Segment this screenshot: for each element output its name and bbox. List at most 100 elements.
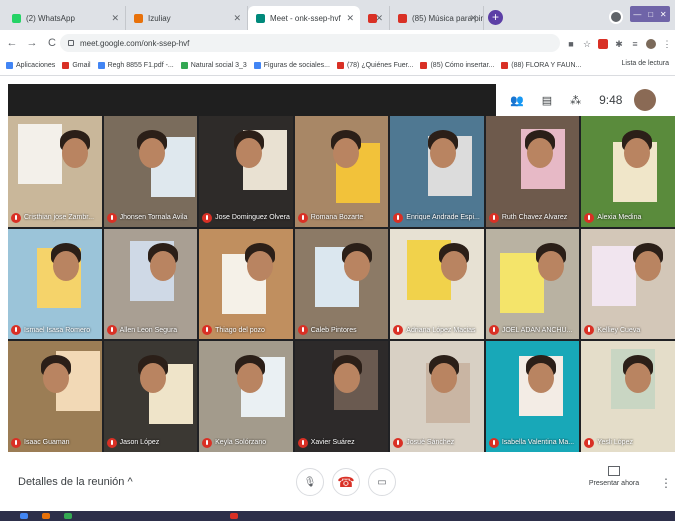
participant-tile[interactable]: Josué Sánchez [390,341,484,452]
leave-call-button[interactable]: ☎ [332,468,360,496]
participant-tile[interactable]: Ismael Isasa Romero [8,228,102,340]
tab-meet[interactable]: Meet - onk-ssep-hvf ✕ [248,6,360,30]
profile-icon[interactable] [609,10,623,24]
participant-tile[interactable]: Jose Dominguez Olvera [199,116,293,227]
participant-name: Isabella Valentina Ma... [501,439,575,447]
maximize-icon[interactable]: □ [648,10,653,19]
app-icon[interactable] [64,513,72,519]
tab-musica[interactable]: (85) Música para pintar, pen ✕ [390,6,484,30]
tab-strip: (2) WhatsApp ✕ Izuliay ✕ Meet - onk-ssep… [0,0,675,30]
tab-youtube[interactable]: ✕ [360,6,390,30]
camera-icon[interactable]: ■ [566,39,576,49]
self-view-avatar[interactable] [634,89,657,111]
bookmark-item[interactable]: Natural social 3_3 [180,62,247,69]
bookmark-item[interactable]: (85) Cómo insertar... [420,62,494,69]
bookmark-item[interactable]: Gmail [62,62,91,69]
url-text: meet.google.com/onk-ssep-hvf [80,38,190,48]
participant-tile[interactable]: Ruth Chavez Alvarez [485,116,580,227]
chat-icon[interactable]: ▤ [542,94,552,107]
more-options-icon[interactable]: ⋮ [660,476,672,490]
bookmark-label: Figuras de sociales... [263,62,330,69]
close-icon[interactable]: ✕ [111,13,119,24]
participant-tile[interactable]: Romana Bozarte [294,116,389,227]
participant-tile[interactable]: Cristhian jose Zambr... [8,116,102,227]
participant-tile[interactable]: Thiago del pozo [199,228,293,340]
address-bar[interactable]: meet.google.com/onk-ssep-hvf [60,34,560,52]
participant-name: Jose Dominguez Olvera [215,214,290,222]
participant-name: Jason López [119,439,160,447]
bookmark-icon [420,62,428,69]
participant-tile[interactable]: Enrique Andrade Espi... [390,116,484,227]
present-now-button[interactable]: Presentar ahora [586,466,642,487]
close-icon[interactable]: ✕ [346,13,354,24]
meeting-details-button[interactable]: Detalles de la reunión ^ [18,476,133,488]
participant-tile[interactable]: Jhonsen Tornala Avila [103,116,198,227]
puzzle-icon[interactable]: ✱ [614,39,624,49]
participant-tile[interactable]: Jason López [103,341,198,452]
activities-icon[interactable]: ⁂ [570,94,581,107]
mic-off-icon [584,212,595,223]
back-icon[interactable]: ← [4,37,20,49]
extension-icon[interactable] [598,39,608,49]
app-icon[interactable] [230,513,238,519]
window-controls[interactable]: — □ ✕ [630,6,670,22]
camera-button[interactable]: ▭ [368,468,396,496]
participant-tile[interactable]: Kelliey Cueva [581,228,675,340]
participant-tile[interactable]: Xavier Suárez [294,341,389,452]
participant-tile[interactable]: Keyla Solórzano [199,341,293,452]
bookmark-icon [180,62,188,69]
minimize-icon[interactable]: — [633,10,641,19]
participant-tile[interactable]: Adriana López Macias [390,228,484,340]
participant-tile[interactable]: Yesli López [581,341,675,452]
participant-nameplate: Cristhian jose Zambr... [11,212,100,223]
lock-icon[interactable] [68,40,74,46]
participant-nameplate: Keyla Solórzano [202,437,291,448]
participant-tile[interactable]: Isabella Valentina Ma... [485,341,580,452]
participant-name: Romana Bozarte [310,214,364,222]
new-tab-button[interactable]: + [488,10,503,25]
close-icon[interactable]: ✕ [469,13,477,24]
menu-icon[interactable]: ⋮ [662,39,672,49]
participant-nameplate: Jhonsen Tornala Avila [106,212,196,223]
mic-off-icon [11,212,21,223]
participant-name: Ismael Isasa Romero [24,326,91,334]
forward-icon[interactable]: → [24,37,40,49]
bookmark-item[interactable]: (88) FLORA Y FAUN... [501,62,581,69]
participant-tile[interactable]: Allen Leon Segura [103,228,198,340]
tab-whatsapp[interactable]: (2) WhatsApp ✕ [4,6,126,30]
participant-face [62,138,88,168]
mic-off-icon [202,212,213,223]
participant-name: Enrique Andrade Espi... [406,214,480,222]
participant-nameplate: Yesli López [584,437,673,448]
tab-label: Meet - onk-ssep-hvf [270,13,341,23]
participant-name: Caleb Pintores [310,326,357,334]
participant-tile[interactable]: Caleb Pintores [294,228,389,340]
bookmark-item[interactable]: (78) ¿Quiénes Fuer... [336,62,413,69]
app-icon[interactable] [42,513,50,519]
mic-off-icon [297,437,308,448]
close-window-icon[interactable]: ✕ [660,10,667,19]
reload-icon[interactable]: C [44,37,60,49]
start-icon[interactable] [20,513,28,519]
star-icon[interactable]: ☆ [582,39,592,49]
participant-tile[interactable]: JOEL ADAN ANCHU... [485,228,580,340]
tab-izuliay[interactable]: Izuliay ✕ [126,6,248,30]
bookmark-icon [336,62,344,69]
participant-tile[interactable]: Alexia Medina [581,116,675,227]
media-icon[interactable]: ≡ [630,39,640,49]
bookmark-label: (88) FLORA Y FAUN... [511,62,582,69]
bookmark-item[interactable]: Aplicaciones [6,62,55,69]
clock: 9:48 [599,93,623,107]
people-icon[interactable]: 👥 [510,94,524,107]
avatar-icon[interactable] [646,39,656,49]
reading-list[interactable]: Lista de lectura [622,60,669,67]
close-icon[interactable]: ✕ [375,13,383,24]
mic-button[interactable]: 🎙 [296,468,324,496]
bookmark-item[interactable]: Figuras de sociales... [253,62,330,69]
participant-tile[interactable]: Isaac Guaman [8,341,102,452]
close-icon[interactable]: ✕ [233,13,241,24]
bookmark-item[interactable]: Regh 8855 F1.pdf -... [97,62,174,69]
bookmark-icon [6,62,13,69]
drawing-paper [18,124,62,184]
present-label: Presentar ahora [588,480,640,487]
